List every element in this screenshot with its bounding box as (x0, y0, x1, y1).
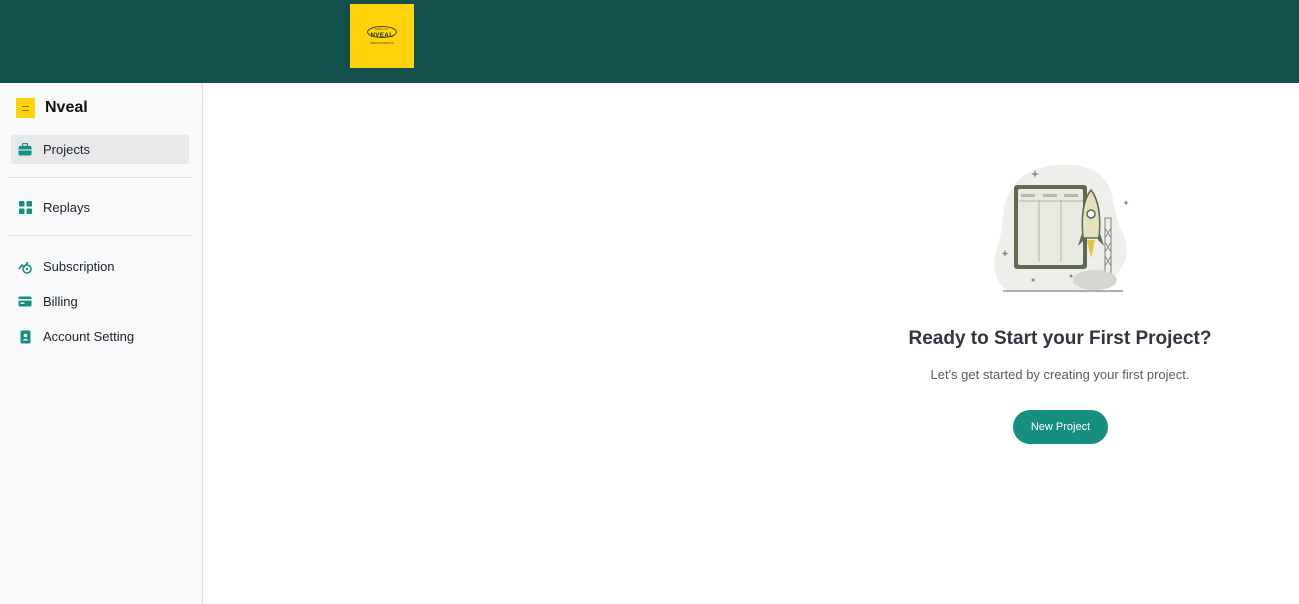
logo-ring (367, 26, 397, 38)
sidebar-item-label: Account Setting (43, 329, 135, 344)
empty-state-heading: Ready to Start your First Project? (908, 328, 1212, 349)
rocket-dashboard-illustration (983, 158, 1137, 314)
sidebar-item-replays[interactable]: Replays (11, 193, 189, 222)
sidebar-item-subscription[interactable]: Subscription (11, 252, 189, 281)
subscription-icon (18, 260, 32, 274)
empty-state-subtext: Let's get started by creating your first… (930, 367, 1190, 382)
top-header: REPLAY NVEAL SESSION REPLAYS (0, 0, 1299, 83)
logo-tagline: SESSION REPLAYS (370, 42, 394, 45)
sidebar-divider (8, 235, 192, 236)
grid-icon (18, 201, 32, 215)
briefcase-icon (18, 143, 32, 157)
credit-card-icon (18, 295, 32, 309)
brand-logo[interactable]: REPLAY NVEAL SESSION REPLAYS (350, 4, 414, 68)
new-project-button[interactable]: New Project (1013, 410, 1108, 444)
brand-name: Nveal (45, 99, 88, 116)
sidebar: Nveal Projects Replays Subscription Bill… (0, 83, 203, 604)
sidebar-item-account-setting[interactable]: Account Setting (11, 322, 189, 351)
contact-card-icon (18, 330, 32, 344)
sidebar-brand[interactable]: Nveal (16, 98, 88, 118)
sidebar-item-label: Billing (43, 294, 78, 309)
sidebar-item-label: Replays (43, 200, 90, 215)
sidebar-item-billing[interactable]: Billing (11, 287, 189, 316)
sidebar-item-label: Subscription (43, 259, 115, 274)
sidebar-divider (8, 177, 192, 178)
nveal-logo-icon (16, 98, 35, 118)
sidebar-item-projects[interactable]: Projects (11, 135, 189, 164)
sidebar-item-label: Projects (43, 142, 90, 157)
